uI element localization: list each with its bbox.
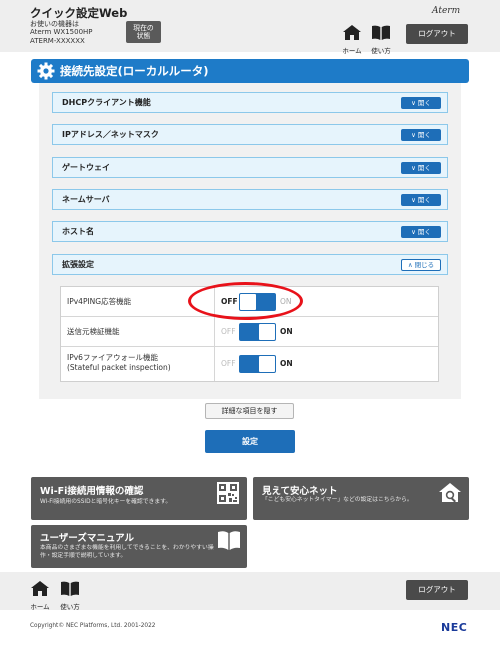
accordion-dhcp-client[interactable]: DHCPクライアント機能 ∨ 開く — [52, 92, 448, 113]
toggle-off-label: OFF — [221, 359, 236, 368]
header: クイック設定Web お使いの機器は Aterm WX1500HP ATERM-X… — [0, 0, 500, 55]
setting-row-source-verification: 送信元検証機能 OFF ON — [61, 317, 438, 347]
chevron-up-icon: ∧ — [407, 261, 415, 269]
setting-label: 送信元検証機能 — [67, 327, 120, 336]
collapse-button[interactable]: ∧ 閉じる — [401, 259, 441, 271]
home-label: ホーム — [30, 603, 50, 611]
section-title: 接続先設定(ローカルルータ) — [60, 64, 209, 78]
chevron-down-icon: ∨ — [411, 196, 418, 204]
accordion-extended-settings[interactable]: 拡張設定 ∧ 閉じる — [52, 254, 448, 275]
card-description: 「こども安心ネットタイマー」などの設定はこちらから。 — [262, 497, 413, 503]
footer-help-button[interactable]: 使い方 — [59, 581, 81, 611]
device-info: お使いの機器は Aterm WX1500HP ATERM-XXXXXX — [30, 20, 93, 45]
gear-icon — [37, 62, 55, 80]
card-title: Wi-Fi接続用情報の確認 — [40, 486, 144, 497]
aterm-logo: Aterm — [432, 6, 461, 16]
device-name: ATERM-XXXXXX — [30, 36, 85, 45]
expand-label: 開く — [417, 196, 431, 204]
home-nav-button[interactable]: ホーム — [342, 25, 362, 55]
home-search-icon — [439, 483, 461, 503]
status-button-line1: 現在の — [133, 24, 154, 32]
highlight-ellipse — [188, 282, 303, 320]
home-label: ホーム — [342, 47, 362, 55]
hide-details-button[interactable]: 詳細な項目を隠す — [205, 403, 294, 419]
expand-button[interactable]: ∨ 開く — [401, 129, 441, 141]
card-description-line2: 作・設定手順で説明しています。 — [40, 553, 127, 559]
toggle-off-label: OFF — [221, 327, 236, 336]
setting-row-ipv6-firewall: IPv6ファイアウォール機能 (Stateful packet inspecti… — [61, 347, 438, 381]
card-description: Wi-Fi接続用のSSIDと暗号化キーを確認できます。 — [40, 499, 172, 505]
help-label: 使い方 — [371, 47, 391, 55]
user-manual-card[interactable]: ユーザーズマニュアル 本商品のさまざまな機能を利用してできることを、わかりやすい… — [31, 525, 247, 568]
card-title: 見えて安心ネット — [262, 486, 338, 497]
footer-home-button[interactable]: ホーム — [30, 581, 50, 611]
toggle-knob — [259, 324, 275, 340]
chevron-down-icon: ∨ — [411, 99, 418, 107]
page: クイック設定Web お使いの機器は Aterm WX1500HP ATERM-X… — [0, 0, 500, 667]
status-button-line2: 状態 — [136, 32, 151, 40]
setting-label: IPv6ファイアウォール機能 — [67, 353, 158, 362]
book-icon — [372, 25, 390, 40]
expand-label: 開く — [417, 99, 431, 107]
chevron-down-icon: ∨ — [411, 164, 418, 172]
book-icon — [218, 531, 240, 550]
submit-button[interactable]: 設定 — [205, 430, 295, 453]
device-model: Aterm WX1500HP — [30, 28, 93, 37]
qr-code-icon — [217, 482, 239, 504]
column-divider — [214, 317, 215, 346]
book-icon — [61, 581, 79, 596]
collapse-label: 閉じる — [414, 261, 435, 269]
current-status-button[interactable]: 現在の 状態 — [126, 21, 161, 43]
accordion-label: ホスト名 — [62, 227, 94, 236]
card-title: ユーザーズマニュアル — [40, 533, 135, 544]
accordion-label: ネームサーバ — [62, 195, 110, 204]
toggle-on-label: ON — [280, 359, 293, 368]
expand-button[interactable]: ∨ 開く — [401, 162, 441, 174]
device-info-line: お使いの機器は — [30, 20, 79, 28]
footer-bar: ホーム 使い方 ログアウト — [0, 572, 500, 611]
copyright-text: Copyright© NEC Platforms, Ltd. 2001-2022 — [30, 623, 156, 629]
source-verification-toggle[interactable] — [239, 323, 276, 341]
column-divider — [214, 347, 215, 381]
toggle-on-label: ON — [280, 327, 293, 336]
toggle-knob — [259, 356, 275, 372]
accordion-gateway[interactable]: ゲートウェイ ∨ 開く — [52, 157, 448, 178]
accordion-label: ゲートウェイ — [62, 163, 110, 172]
accordion-label: IPアドレス／ネットマスク — [62, 130, 159, 139]
expand-button[interactable]: ∨ 開く — [401, 226, 441, 238]
chevron-down-icon: ∨ — [411, 228, 418, 236]
setting-sublabel: (Stateful packet inspection) — [67, 363, 171, 372]
help-nav-button[interactable]: 使い方 — [370, 25, 392, 55]
accordion-ip-netmask[interactable]: IPアドレス／ネットマスク ∨ 開く — [52, 124, 448, 145]
wifi-info-card[interactable]: Wi-Fi接続用情報の確認 Wi-Fi接続用のSSIDと暗号化キーを確認できます… — [31, 477, 247, 520]
home-icon — [31, 581, 49, 596]
setting-label: IPv4PING応答機能 — [67, 297, 132, 306]
chevron-down-icon: ∨ — [411, 131, 418, 139]
expand-button[interactable]: ∨ 開く — [401, 97, 441, 109]
footer-logout-button[interactable]: ログアウト — [406, 580, 468, 600]
accordion-label: DHCPクライアント機能 — [62, 98, 151, 107]
expand-label: 開く — [417, 228, 431, 236]
accordion-name-server[interactable]: ネームサーバ ∨ 開く — [52, 189, 448, 210]
nec-logo: NEC — [441, 621, 468, 634]
logout-button[interactable]: ログアウト — [406, 24, 468, 44]
expand-label: 開く — [417, 164, 431, 172]
expand-label: 開く — [417, 131, 431, 139]
home-icon — [343, 25, 361, 40]
card-description-line1: 本商品のさまざまな機能を利用してできることを、わかりやすい操 — [40, 545, 214, 551]
section-header: 接続先設定(ローカルルータ) — [31, 59, 469, 83]
app-title: クイック設定Web — [30, 6, 128, 20]
expand-button[interactable]: ∨ 開く — [401, 194, 441, 206]
help-label: 使い方 — [60, 603, 80, 611]
accordion-host-name[interactable]: ホスト名 ∨ 開く — [52, 221, 448, 242]
safety-net-card[interactable]: 見えて安心ネット 「こども安心ネットタイマー」などの設定はこちらから。 — [253, 477, 469, 520]
ipv6-firewall-toggle[interactable] — [239, 355, 276, 373]
accordion-label: 拡張設定 — [62, 260, 94, 269]
